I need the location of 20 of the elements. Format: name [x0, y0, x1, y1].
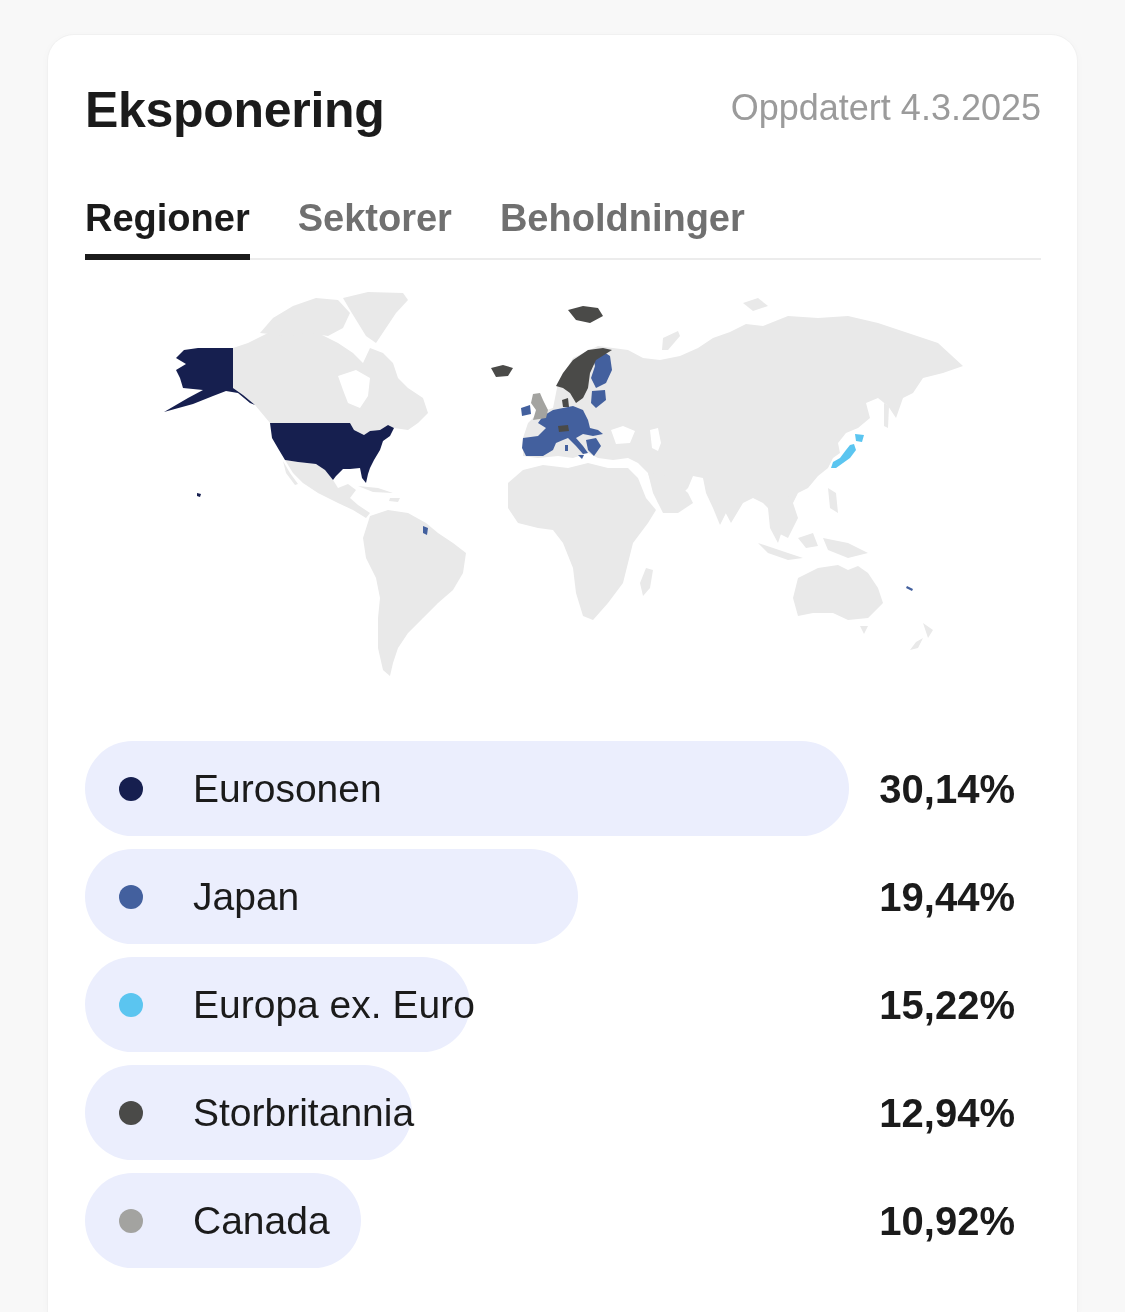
share-value: 19,44%: [878, 873, 1015, 921]
region-label: Eurosonen: [193, 765, 382, 812]
tab[interactable]: Sektorer: [297, 195, 452, 260]
share-value: 10,92%: [878, 1197, 1015, 1245]
share-value: 30,14%: [878, 765, 1015, 813]
guiana-region: [423, 526, 428, 535]
region-label: Storbritannia: [193, 1089, 415, 1136]
region-label: Canada: [193, 1197, 330, 1244]
share-value: 12,94%: [878, 1089, 1015, 1137]
britain-region: [531, 393, 548, 420]
updated-date: Oppdatert 4.3.2025: [730, 85, 1041, 129]
tab[interactable]: Beholdninger: [499, 195, 745, 260]
share-value: 15,22%: [878, 981, 1015, 1029]
tab[interactable]: Regioner: [85, 195, 250, 260]
region-label: Europa ex. Euro: [193, 981, 475, 1028]
card-title: Eksponering: [85, 81, 385, 140]
island-region: [906, 586, 913, 591]
switzerland-region: [558, 425, 569, 432]
japan-region: [831, 434, 864, 468]
region-label: Japan: [193, 873, 300, 920]
